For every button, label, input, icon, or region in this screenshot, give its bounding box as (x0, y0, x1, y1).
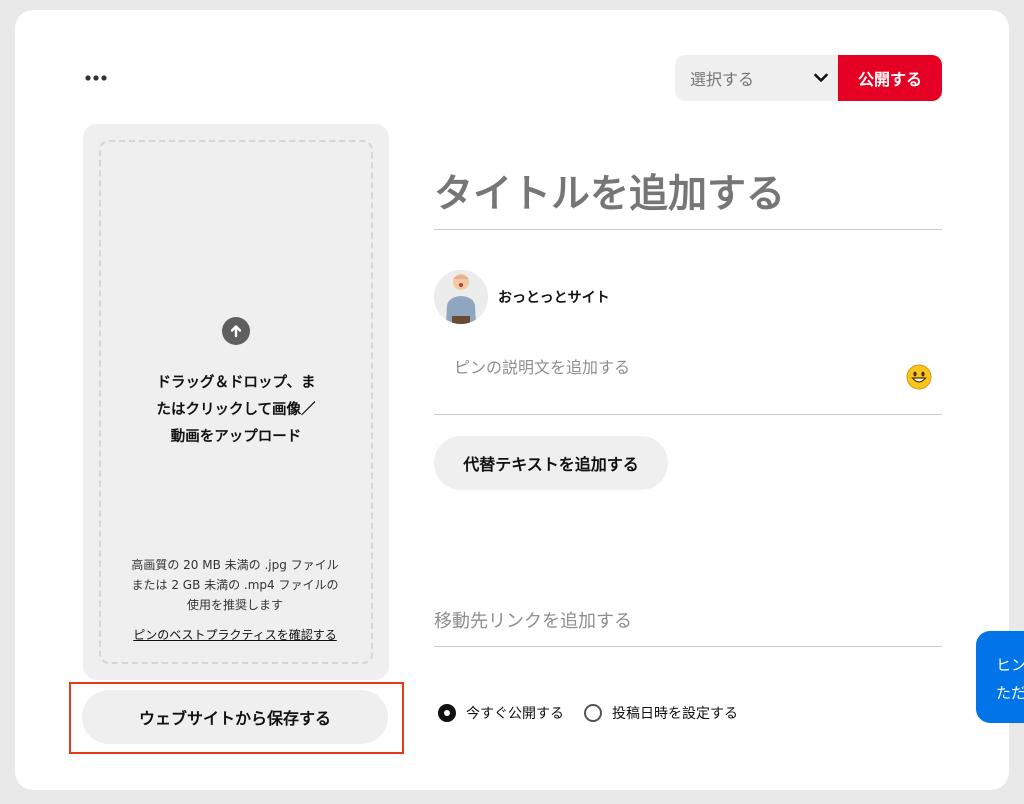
more-options-button[interactable] (84, 66, 108, 90)
board-select-dropdown[interactable]: 選択する (675, 55, 838, 101)
upload-hint-line: 使用を推奨します (186, 598, 283, 612)
ellipsis-icon (85, 75, 107, 81)
title-input[interactable] (434, 160, 942, 230)
publish-timing-options: 今すぐ公開する 投稿日時を設定する (438, 703, 758, 723)
description-input[interactable] (434, 340, 942, 415)
help-bubble-line: ただ (996, 684, 1024, 702)
board-select-label: 選択する (690, 70, 755, 89)
radio-label: 今すぐ公開する (466, 706, 564, 722)
upload-hint-line: 高画質の 20 MB 未満の .jpg ファイル (131, 558, 339, 572)
best-practices-link[interactable]: ピンのベストプラクティスを確認する (100, 626, 370, 643)
upload-arrow-icon (222, 317, 250, 345)
upload-file-hint: 高画質の 20 MB 未満の .jpg ファイル または 2 GB 未満の .m… (100, 555, 370, 615)
upload-hint-line: または 2 GB 未満の .mp4 ファイルの (131, 578, 339, 592)
help-bubble[interactable]: ヒン ただ (976, 631, 1024, 723)
smiley-icon (906, 364, 932, 390)
help-bubble-line: ヒン (996, 656, 1024, 674)
add-alt-text-button[interactable]: 代替テキストを追加する (434, 436, 668, 490)
publish-now-option[interactable]: 今すぐ公開する (438, 703, 564, 723)
emoji-button[interactable] (906, 364, 932, 390)
user-name: おっとっとサイト (498, 290, 610, 306)
radio-unchecked-icon (584, 704, 602, 722)
chevron-down-icon (814, 73, 828, 82)
header-actions: 選択する 公開する (675, 55, 942, 101)
upload-instructions: ドラッグ＆ドロップ、またはクリックして画像／動画をアップロード (156, 375, 316, 445)
radio-label: 投稿日時を設定する (612, 706, 738, 722)
avatar (434, 270, 488, 324)
save-from-website-button[interactable]: ウェブサイトから保存する (82, 690, 388, 744)
radio-checked-icon (438, 704, 456, 722)
destination-link-input[interactable] (434, 596, 942, 647)
schedule-option[interactable]: 投稿日時を設定する (584, 703, 738, 723)
publish-button[interactable]: 公開する (838, 55, 942, 101)
